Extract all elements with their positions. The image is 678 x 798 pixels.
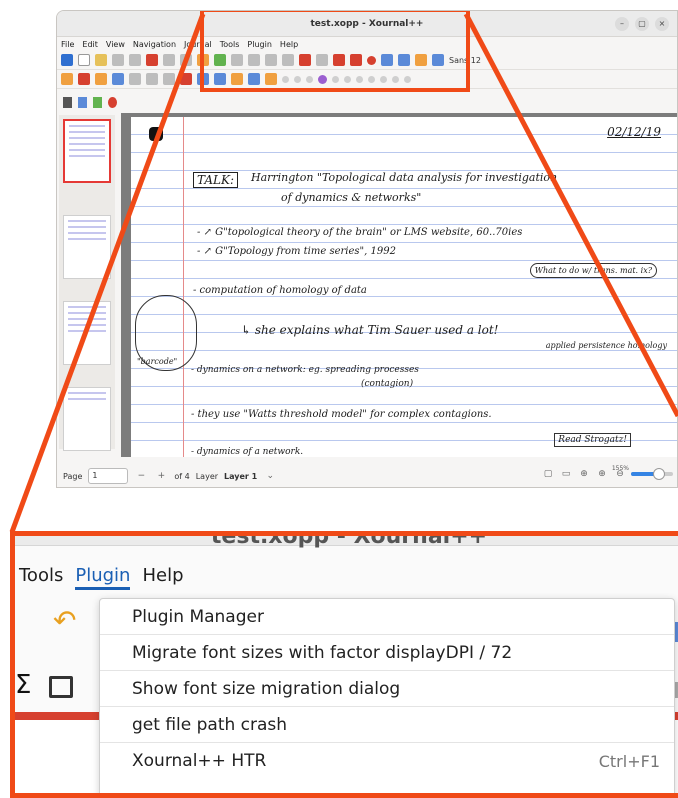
app-window: test.xopp - Xournal++ – ▢ × File Edit Vi…	[56, 10, 678, 488]
thumbnail-page-4[interactable]	[63, 387, 111, 451]
thumbnail-page-2[interactable]	[63, 215, 111, 279]
zoom-in-icon[interactable]: ⊕	[595, 467, 609, 481]
zoom-slider[interactable]	[631, 468, 673, 480]
ink-blob	[149, 127, 163, 141]
menu-navigation[interactable]: Navigation	[133, 40, 176, 49]
menu-file[interactable]: File	[61, 40, 74, 49]
window-controls: – ▢ ×	[615, 17, 669, 31]
menu-item-xournal-htr[interactable]: Xournal++ HTR Ctrl+F1	[100, 743, 674, 779]
minimize-button[interactable]: –	[615, 17, 629, 31]
presentation-icon[interactable]: ▭	[559, 467, 573, 481]
pen-icon[interactable]	[61, 73, 73, 85]
note-line-1: Harrington "Topological data analysis fo…	[251, 171, 558, 184]
menu-item-label: Plugin Manager	[132, 606, 264, 627]
layer-chevron-down-icon[interactable]: ⌄	[263, 469, 277, 483]
page-label: Page	[63, 471, 83, 481]
page-count: of 4	[174, 471, 190, 481]
zoom-slider-handle[interactable]	[653, 468, 665, 480]
page-number-input[interactable]: 1	[88, 468, 129, 484]
open-folder-icon[interactable]	[95, 54, 107, 66]
note-box-3: Read Strogatz!	[554, 433, 631, 447]
zoom-menu-plugin[interactable]: Plugin	[71, 565, 138, 590]
page-preview-icon[interactable]	[63, 96, 72, 108]
menu-item-label: Show font size migration dialog	[132, 678, 401, 699]
note-talk-label: TALK:	[193, 172, 238, 188]
note-bubble-1: What to do w/ trans. mat. ix?	[529, 263, 657, 278]
note-line-3: - ↗ G"Topology from time series", 1992	[197, 246, 396, 257]
zoom-menu-help[interactable]: Help	[138, 565, 191, 586]
zoom-menu-bar: Tools Plugin Help	[15, 560, 192, 590]
menu-edit[interactable]: Edit	[82, 40, 98, 49]
shape-square-icon	[49, 676, 73, 698]
menu-view[interactable]: View	[106, 40, 125, 49]
note-line-2: - ↗ G"topological theory of the brain" o…	[197, 227, 523, 238]
zoom-controls: ▢ ▭ ⊕ ⊕ ⊖ 155%	[541, 465, 673, 481]
zoom-window-title: test.xopp - Xournal++	[210, 531, 488, 549]
zoom-percentage: 155%	[611, 465, 629, 472]
math-sigma-icon: Σ	[15, 670, 32, 700]
close-button[interactable]: ×	[655, 17, 669, 31]
layout-icon[interactable]: ▢	[541, 467, 555, 481]
close-sidebar-icon[interactable]	[108, 96, 117, 108]
note-line-6: - dynamics on a network: eg. spreading p…	[191, 365, 419, 375]
document-canvas[interactable]: 02/12/19 TALK: Harrington "Topological d…	[121, 113, 677, 457]
menu-item-font-migration-dialog[interactable]: Show font size migration dialog	[100, 671, 674, 707]
page-increment-icon[interactable]: +	[154, 469, 168, 483]
note-line-5: ↳ she explains what Tim Sauer used a lot…	[241, 323, 499, 337]
note-line-8: - dynamics of a network.	[191, 447, 304, 457]
zoom-fit-icon[interactable]: ⊕	[577, 467, 591, 481]
menu-item-plugin-manager[interactable]: Plugin Manager	[100, 599, 674, 635]
maximize-button[interactable]: ▢	[635, 17, 649, 31]
eraser-icon[interactable]	[78, 73, 90, 85]
copy-icon[interactable]	[163, 54, 175, 66]
layers-icon[interactable]	[78, 96, 87, 108]
text-icon[interactable]	[129, 73, 141, 85]
thumbnail-page-1[interactable]	[63, 119, 111, 183]
menu-item-file-path-crash[interactable]: get file path crash	[100, 707, 674, 743]
note-line-6b: (contagion)	[361, 379, 414, 389]
magnified-view: test.xopp - Xournal++ Tools Plugin Help …	[10, 531, 678, 798]
plugin-dropdown-menu: Plugin Manager Migrate font sizes with f…	[99, 598, 675, 793]
zoom-menu-tools[interactable]: Tools	[15, 565, 71, 586]
status-bar: Page 1 − + of 4 Layer Layer 1 ⌄ ▢ ▭ ⊕ ⊕ …	[57, 463, 677, 487]
note-line-4: - computation of homology of data	[193, 285, 367, 296]
menu-item-migrate-font-sizes[interactable]: Migrate font sizes with factor displayDP…	[100, 635, 674, 671]
note-line-1b: of dynamics & networks"	[281, 191, 422, 204]
shape-icon[interactable]	[163, 73, 175, 85]
highlight-frame	[200, 11, 470, 92]
math-tex-icon[interactable]	[146, 73, 158, 85]
layer-selector[interactable]: Layer 1	[224, 472, 257, 481]
save-icon[interactable]	[61, 54, 73, 66]
menu-item-label: Xournal++ HTR	[132, 751, 267, 771]
print-icon[interactable]	[129, 54, 141, 66]
menu-item-accel: Ctrl+F1	[598, 751, 660, 771]
undo-arrow-icon: ↶	[53, 604, 77, 637]
layers-alt-icon[interactable]	[93, 96, 102, 108]
export-pdf-icon[interactable]	[112, 54, 124, 66]
ruler-icon[interactable]	[180, 73, 192, 85]
note-date: 02/12/19	[607, 125, 661, 139]
note-page[interactable]: 02/12/19 TALK: Harrington "Topological d…	[131, 117, 677, 457]
thumbnail-page-3[interactable]	[63, 301, 111, 365]
menu-item-label: Migrate font sizes with factor displayDP…	[132, 642, 513, 663]
menu-item-label: get file path crash	[132, 714, 288, 735]
note-side-2: applied persistence homology	[545, 341, 667, 350]
paste-icon[interactable]	[180, 54, 192, 66]
highlighter-icon[interactable]	[95, 73, 107, 85]
page-decrement-icon[interactable]: −	[134, 469, 148, 483]
page-margin-line	[183, 117, 184, 457]
layer-label: Layer	[195, 471, 219, 481]
page-thumbnails	[59, 115, 115, 451]
note-barcode: "barcode"	[137, 357, 178, 366]
note-line-7: - they use "Watts threshold model" for c…	[191, 409, 492, 420]
cut-icon[interactable]	[146, 54, 158, 66]
new-document-icon[interactable]	[78, 54, 90, 66]
image-icon[interactable]	[112, 73, 124, 85]
sidebar-tabs	[57, 91, 117, 113]
